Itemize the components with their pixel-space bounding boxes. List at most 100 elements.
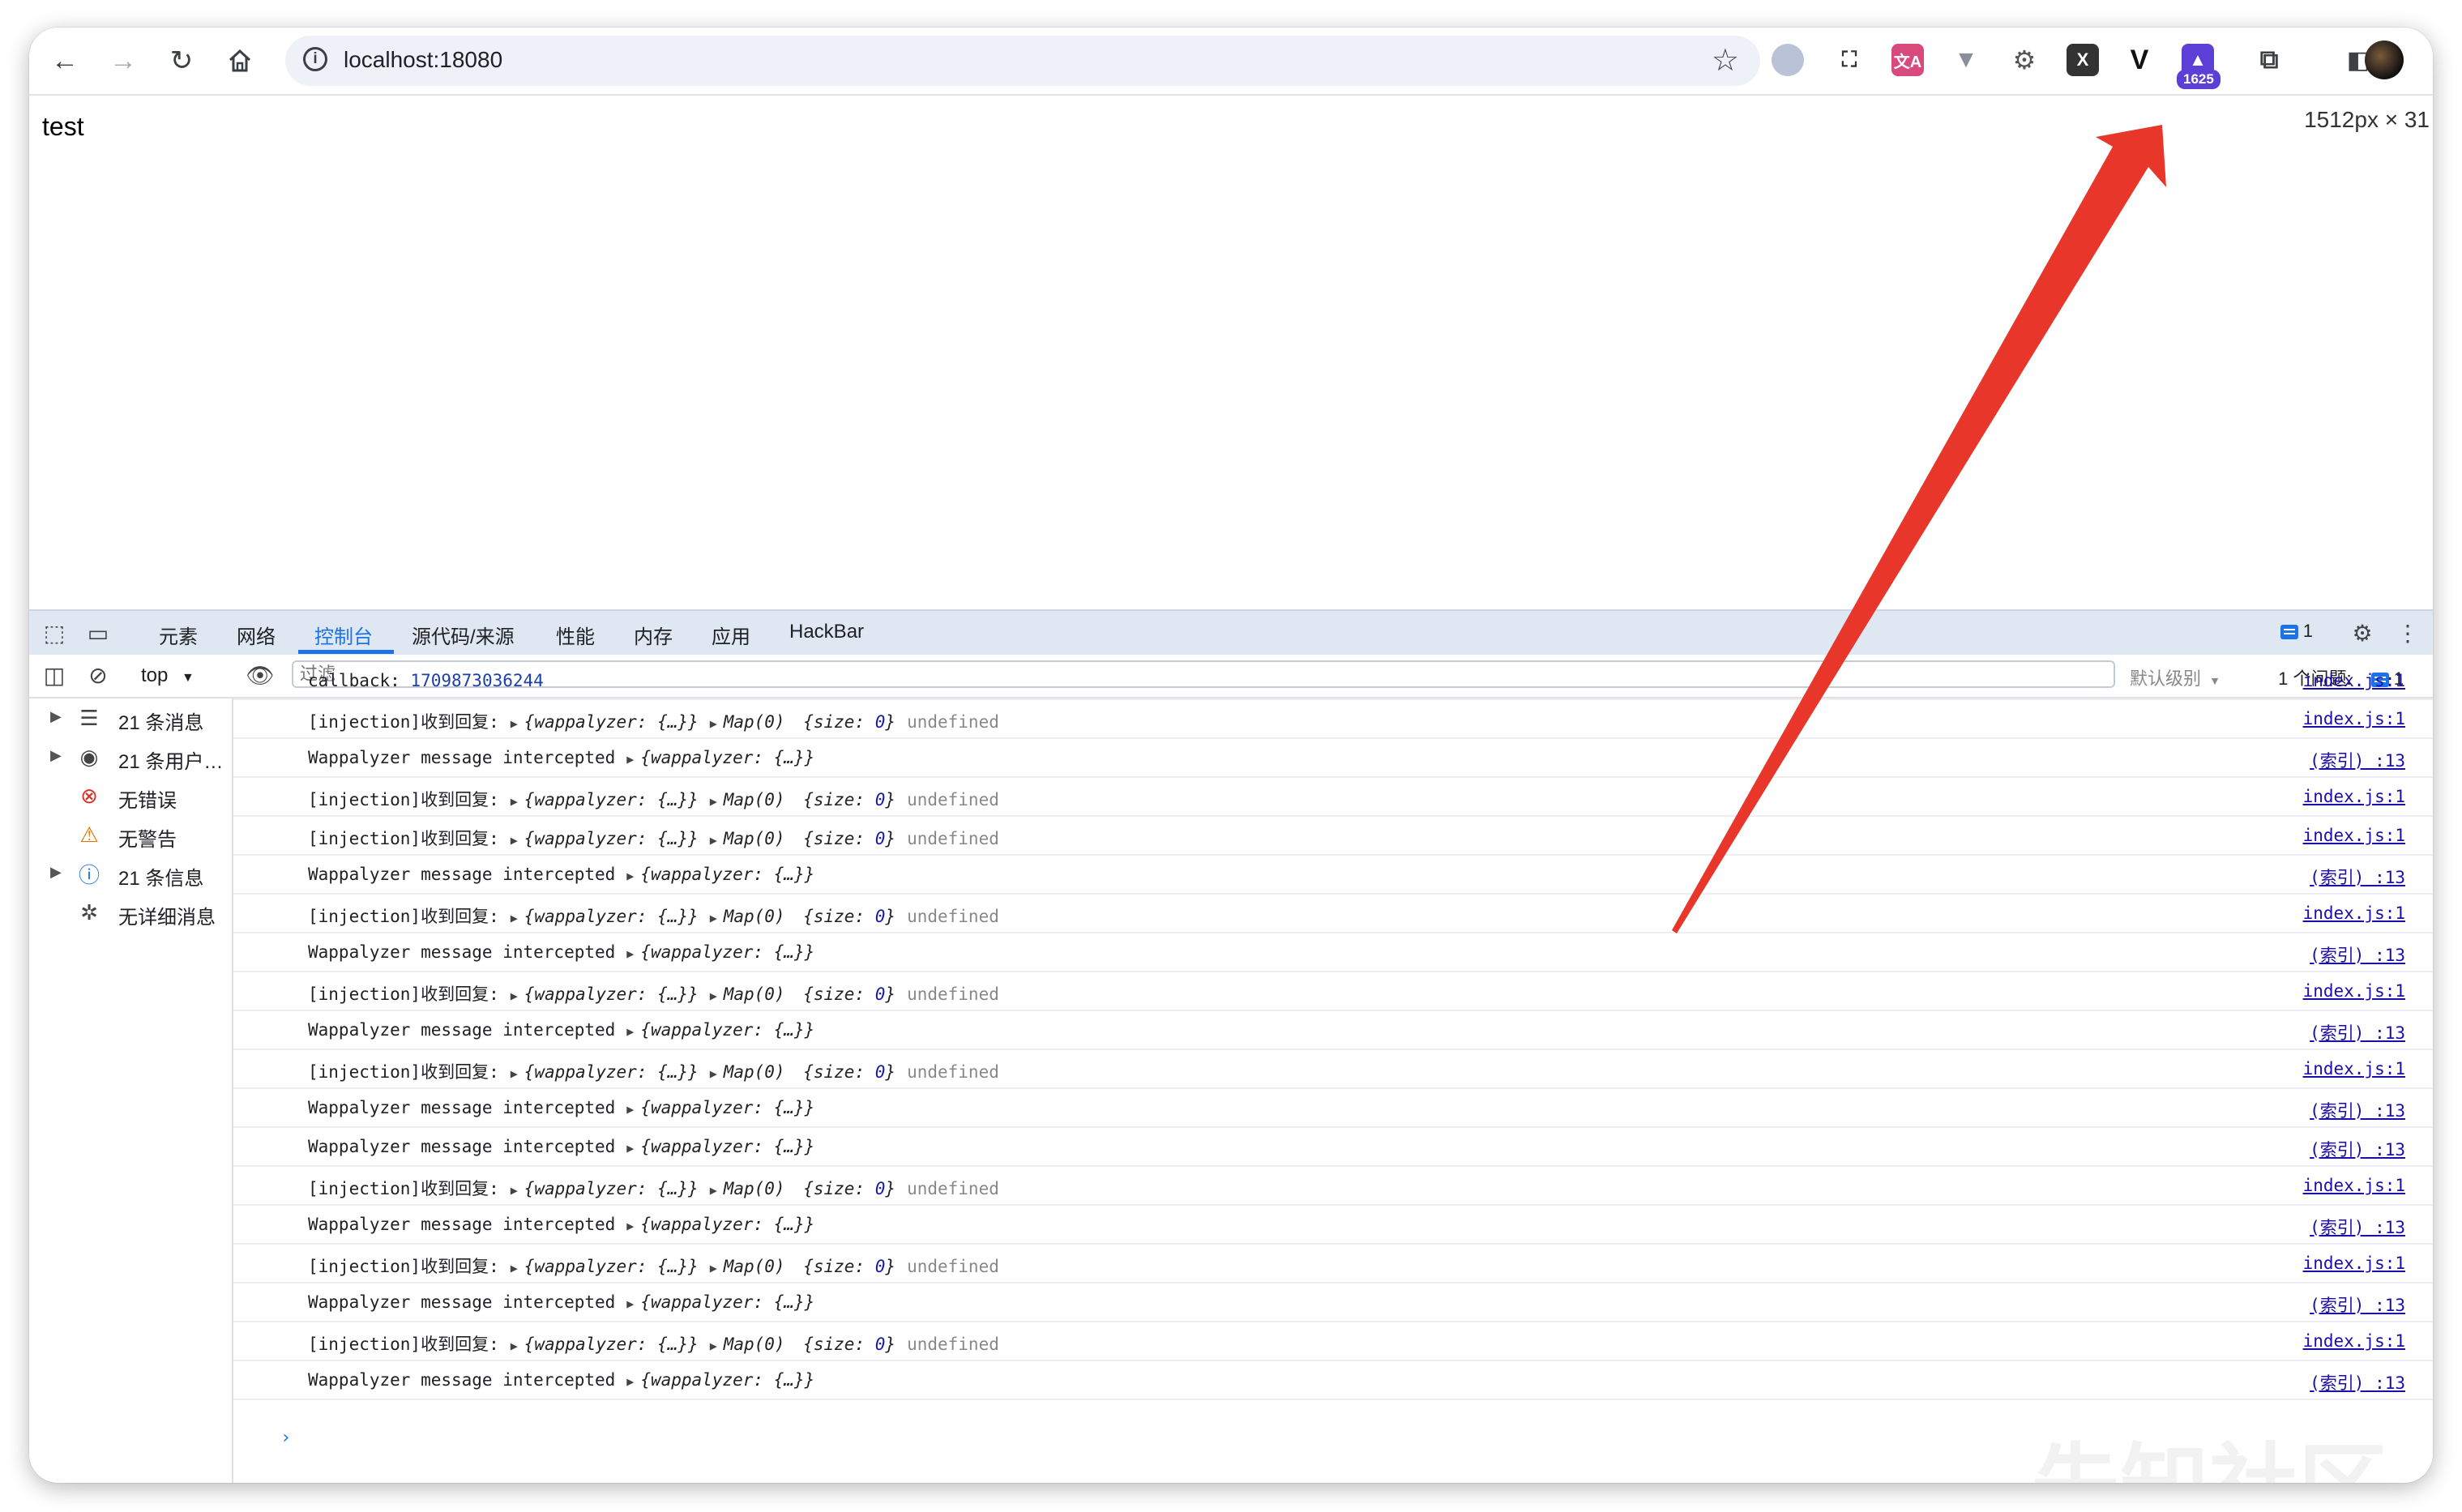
- tab-elements[interactable]: 元素: [159, 621, 198, 649]
- expand-arrow-icon[interactable]: ▶: [511, 794, 518, 809]
- issues-counter[interactable]: 1: [2280, 621, 2313, 642]
- source-link[interactable]: (索引) :13: [2310, 942, 2405, 967]
- source-link[interactable]: index.js:1: [2303, 1176, 2405, 1195]
- console-row: [injection]收到回复: ▶ {wappalyzer: {…}} ▶ Map(0…: [233, 893, 2433, 933]
- tab-performance[interactable]: 性能: [556, 621, 595, 649]
- expand-arrow-icon[interactable]: ▶: [626, 1102, 634, 1117]
- expand-arrow-icon[interactable]: ▶: [710, 989, 717, 1003]
- sidebar-item-user-messages[interactable]: ▶ ◉ 21 条用户…: [29, 737, 232, 776]
- expand-arrow-icon[interactable]: ▶: [626, 1219, 634, 1233]
- address-bar[interactable]: i localhost:18080 ☆: [285, 36, 1760, 86]
- settings-gear-icon[interactable]: ⚙: [2349, 619, 2376, 647]
- expand-arrow-icon[interactable]: ▶: [511, 989, 518, 1003]
- expand-arrow-icon[interactable]: ▶: [511, 1066, 518, 1081]
- extension-x-icon[interactable]: X: [2067, 44, 2099, 76]
- tab-network[interactable]: 网络: [237, 621, 276, 649]
- source-link[interactable]: (索引) :13: [2310, 1215, 2405, 1239]
- expand-arrow-icon[interactable]: ▶: [710, 1261, 717, 1275]
- home-button[interactable]: [220, 41, 259, 80]
- bookmark-star-icon[interactable]: ☆: [1712, 42, 1739, 79]
- url-text[interactable]: localhost:18080: [344, 47, 502, 73]
- expand-arrow-icon[interactable]: ▶: [626, 1374, 634, 1389]
- console-row: Wappalyzer message intercepted ▶ {wappalyz…: [233, 854, 2433, 895]
- source-link[interactable]: index.js:1: [2303, 1059, 2405, 1078]
- console-row: [injection]收到回复: ▶ {wappalyzer: {…}} ▶ Map(0…: [233, 698, 2433, 739]
- source-link[interactable]: index.js:1: [2303, 787, 2405, 806]
- sidebar-toggle-icon[interactable]: ◫: [41, 661, 68, 689]
- source-link[interactable]: (索引) :13: [2310, 865, 2405, 889]
- extension-badge: 1625: [2177, 70, 2221, 89]
- expand-arrow-icon[interactable]: ▶: [511, 833, 518, 848]
- device-toolbar-icon[interactable]: ▭: [84, 619, 112, 647]
- tab-application[interactable]: 应用: [712, 621, 750, 649]
- source-link[interactable]: index.js:1: [2303, 709, 2405, 728]
- expand-arrow-icon[interactable]: ▶: [710, 716, 717, 731]
- source-link[interactable]: index.js:1: [2303, 1331, 2405, 1351]
- expand-arrow-icon[interactable]: ▶: [626, 752, 634, 767]
- source-link[interactable]: (索引) :13: [2310, 1292, 2405, 1317]
- source-link[interactable]: (索引) :13: [2310, 1020, 2405, 1044]
- sidebar-item-info[interactable]: ▶ ⓘ 21 条信息: [29, 854, 232, 893]
- expand-arrow-icon[interactable]: ▶: [511, 1339, 518, 1353]
- sidebar-item-verbose[interactable]: ✲ 无详细消息: [29, 893, 232, 932]
- source-link[interactable]: index.js:1: [2303, 671, 2405, 690]
- forward-button[interactable]: →: [104, 41, 143, 80]
- extension-circle-icon[interactable]: [1772, 44, 1804, 76]
- console-prompt[interactable]: ›: [280, 1428, 291, 1448]
- sidebar-item-errors[interactable]: ⊗ 无错误: [29, 776, 232, 815]
- extension-capture-icon[interactable]: ⛶: [1833, 44, 1866, 76]
- clear-console-icon[interactable]: ⊘: [84, 661, 112, 689]
- expand-arrow-icon[interactable]: ▶: [626, 1024, 634, 1039]
- expand-arrow-icon[interactable]: ▶: [710, 911, 717, 925]
- viewport-dimension-readout: 1512px × 31: [2304, 107, 2430, 132]
- source-link[interactable]: index.js:1: [2303, 1254, 2405, 1273]
- extension-v-icon[interactable]: V: [2123, 44, 2156, 76]
- source-link[interactable]: (索引) :13: [2310, 1137, 2405, 1161]
- user-icon: ◉: [79, 744, 99, 769]
- expand-arrow-icon[interactable]: ▶: [511, 716, 518, 731]
- sidebar-item-warnings[interactable]: ⚠ 无警告: [29, 815, 232, 854]
- reload-button[interactable]: ↻: [162, 41, 201, 80]
- expand-arrow-icon[interactable]: ▶: [710, 794, 717, 809]
- expand-arrow-icon[interactable]: ▶: [626, 946, 634, 961]
- expand-arrow-icon[interactable]: ▶: [511, 1183, 518, 1198]
- inspect-element-icon[interactable]: ⬚: [41, 619, 68, 647]
- profile-avatar[interactable]: [2365, 41, 2404, 79]
- extension-vue-icon[interactable]: ▼: [1950, 44, 1982, 76]
- expand-arrow-icon[interactable]: ▶: [511, 1261, 518, 1275]
- expand-arrow-icon[interactable]: ▶: [626, 1141, 634, 1155]
- tab-memory[interactable]: 内存: [634, 621, 673, 649]
- expand-arrow-icon[interactable]: ▶: [626, 1296, 634, 1311]
- tab-sources[interactable]: 源代码/来源: [412, 621, 515, 649]
- more-options-icon[interactable]: ⋮: [2394, 619, 2421, 647]
- source-link[interactable]: (索引) :13: [2310, 1098, 2405, 1122]
- source-link[interactable]: index.js:1: [2303, 981, 2405, 1001]
- back-button[interactable]: ←: [45, 41, 84, 80]
- site-info-icon[interactable]: i: [303, 47, 327, 71]
- console-row-callback: callback: 1709873036244 index.js:1: [233, 671, 2433, 700]
- expand-arrow-icon[interactable]: ▶: [50, 864, 62, 881]
- source-link[interactable]: index.js:1: [2303, 826, 2405, 845]
- source-link[interactable]: index.js:1: [2303, 903, 2405, 923]
- source-link[interactable]: (索引) :13: [2310, 1370, 2405, 1395]
- extension-gear-icon[interactable]: ⚙: [2008, 44, 2041, 76]
- expand-arrow-icon[interactable]: ▶: [626, 869, 634, 883]
- expand-arrow-icon[interactable]: ▶: [710, 1066, 717, 1081]
- sidebar-item-messages[interactable]: ▶ ☰ 21 条消息: [29, 698, 232, 737]
- console-row: [injection]收到回复: ▶ {wappalyzer: {…}} ▶ Map(0…: [233, 815, 2433, 856]
- expand-arrow-icon[interactable]: ▶: [50, 708, 62, 725]
- browser-toolbar: ← → ↻ i localhost:18080 ☆ ⛶ 文A ▼ ⚙ X V ▲…: [29, 28, 2433, 96]
- expand-arrow-icon[interactable]: ▶: [710, 1183, 717, 1198]
- source-link[interactable]: (索引) :13: [2310, 748, 2405, 772]
- expand-arrow-icon[interactable]: ▶: [511, 911, 518, 925]
- page-body-text: test: [42, 112, 84, 141]
- tab-console[interactable]: 控制台: [314, 621, 373, 649]
- expand-arrow-icon[interactable]: ▶: [50, 747, 62, 764]
- tab-hackbar[interactable]: HackBar: [789, 621, 864, 643]
- extensions-puzzle-icon[interactable]: ⧉: [2253, 44, 2285, 76]
- console-row: Wappalyzer message intercepted ▶ {wappalyz…: [233, 1126, 2433, 1167]
- expand-arrow-icon[interactable]: ▶: [710, 1339, 717, 1353]
- context-select[interactable]: top ▼: [141, 664, 194, 687]
- expand-arrow-icon[interactable]: ▶: [710, 833, 717, 848]
- extension-translate-icon[interactable]: 文A: [1891, 44, 1924, 76]
